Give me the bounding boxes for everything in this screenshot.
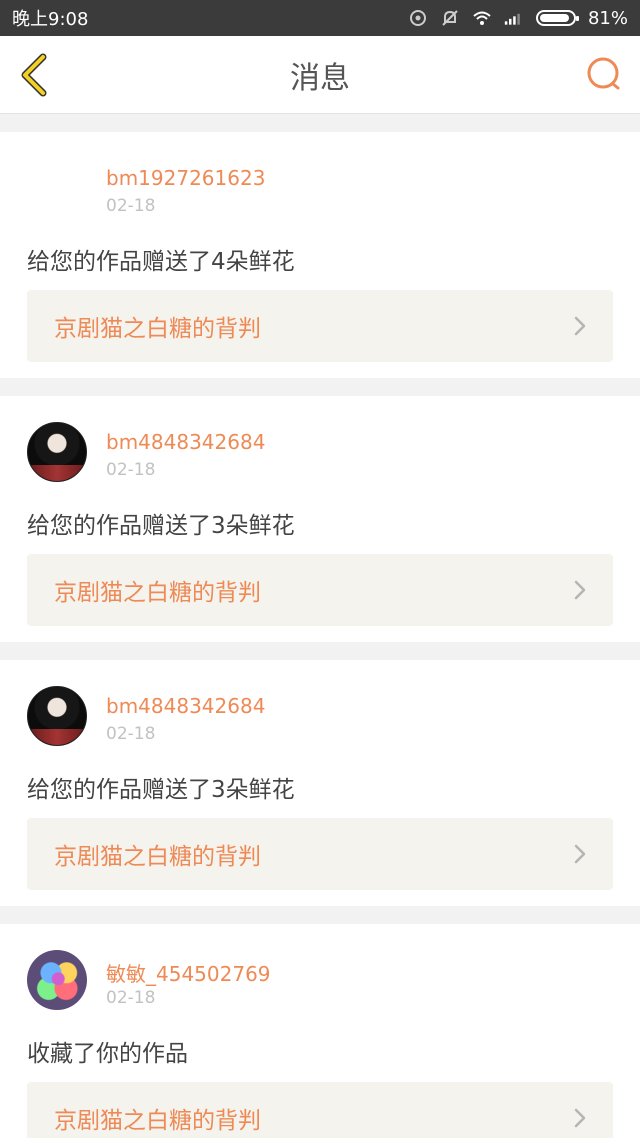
avatar[interactable] — [27, 686, 87, 746]
back-button[interactable] — [14, 50, 54, 100]
message-text: 给您的作品赠送了3朵鲜花 — [27, 777, 295, 803]
mute-icon — [442, 10, 458, 26]
work-title: 京剧猫之白糖的背判 — [54, 316, 261, 342]
chevron-right-icon — [574, 844, 586, 864]
status-time: 晚上9:08 — [12, 9, 89, 30]
work-link[interactable]: 京剧猫之白糖的背判 — [27, 818, 613, 890]
chevron-right-icon — [574, 316, 586, 336]
work-link[interactable]: 京剧猫之白糖的背判 — [27, 1082, 613, 1138]
work-title: 京剧猫之白糖的背判 — [54, 844, 261, 870]
search-icon — [587, 57, 620, 90]
message-card: bm4848342684 02-18 给您的作品赠送了3朵鲜花 京剧猫之白糖的背… — [0, 660, 640, 906]
username[interactable]: bm4848342684 — [106, 694, 265, 718]
message-text: 给您的作品赠送了4朵鲜花 — [27, 249, 295, 275]
username[interactable]: bm4848342684 — [106, 430, 265, 454]
message-date: 02-18 — [106, 460, 156, 480]
signal-icon — [504, 13, 520, 25]
header: 消息 — [0, 36, 640, 114]
message-card: 敏敏_454502769 02-18 收藏了你的作品 京剧猫之白糖的背判 — [0, 924, 640, 1138]
message-date: 02-18 — [106, 196, 156, 216]
chevron-right-icon — [574, 580, 586, 600]
username[interactable]: bm1927261623 — [106, 166, 265, 190]
message-text: 给您的作品赠送了3朵鲜花 — [27, 513, 295, 539]
location-icon — [409, 10, 426, 26]
work-title: 京剧猫之白糖的背判 — [54, 1108, 261, 1134]
chevron-left-icon — [21, 53, 47, 97]
work-link[interactable]: 京剧猫之白糖的背判 — [27, 290, 613, 362]
status-icons: 81% — [408, 8, 628, 29]
message-card: bm4848342684 02-18 给您的作品赠送了3朵鲜花 京剧猫之白糖的背… — [0, 396, 640, 642]
work-title: 京剧猫之白糖的背判 — [54, 580, 261, 606]
status-bar: 晚上9:08 81% — [0, 0, 640, 36]
battery-icon — [535, 10, 579, 26]
battery-level: 81% — [587, 7, 628, 29]
message-date: 02-18 — [106, 724, 156, 744]
page-title: 消息 — [290, 60, 350, 96]
message-text: 收藏了你的作品 — [27, 1041, 188, 1067]
search-button[interactable] — [584, 54, 624, 94]
message-date: 02-18 — [106, 988, 156, 1008]
avatar[interactable] — [27, 158, 87, 218]
wifi-icon — [473, 11, 491, 25]
chevron-right-icon — [574, 1108, 586, 1128]
avatar[interactable] — [27, 950, 87, 1010]
avatar[interactable] — [27, 422, 87, 482]
message-list: bm1927261623 02-18 给您的作品赠送了4朵鲜花 京剧猫之白糖的背… — [0, 132, 640, 1138]
message-card: bm1927261623 02-18 给您的作品赠送了4朵鲜花 京剧猫之白糖的背… — [0, 132, 640, 378]
work-link[interactable]: 京剧猫之白糖的背判 — [27, 554, 613, 626]
username[interactable]: 敏敏_454502769 — [106, 958, 271, 987]
